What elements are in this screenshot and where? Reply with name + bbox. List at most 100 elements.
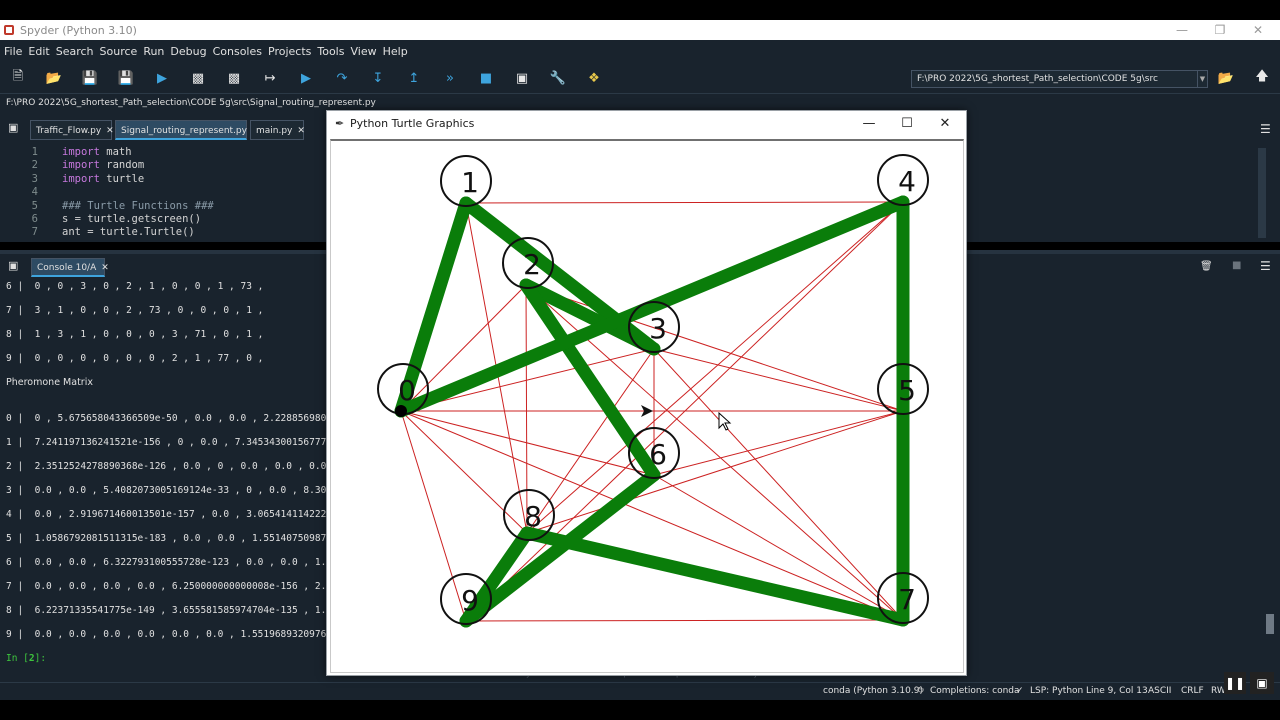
tab-console[interactable]: Console 10/A ✕ bbox=[31, 258, 109, 277]
tab-label: Console 10/A bbox=[37, 263, 97, 273]
code-line: 6s = turtle.getscreen() bbox=[31, 213, 202, 225]
maximize-icon[interactable]: ❐ bbox=[1200, 20, 1240, 40]
matrix-row: 6 | 0.0 , 0.0 , 6.322793100555728e-123 ,… bbox=[6, 557, 350, 568]
turtle-canvas[interactable]: 1 2 3 4 5 6 7 8 9 0 bbox=[330, 139, 964, 673]
turtle-maximize-icon[interactable]: ☐ bbox=[888, 111, 926, 137]
checkmark-icon: ✓ bbox=[1016, 686, 1024, 696]
browse-tabs-icon[interactable]: ▣ bbox=[8, 122, 22, 134]
menu-projects[interactable]: Projects bbox=[268, 45, 311, 58]
menu-file[interactable]: File bbox=[4, 45, 22, 58]
code-line: 7 ant = turtle.Turtle() bbox=[31, 226, 195, 239]
tab-label: Signal_routing_represent.py bbox=[121, 126, 247, 136]
graph-edge bbox=[465, 619, 904, 622]
tab-label: main.py bbox=[256, 126, 293, 136]
matrix-row: 7 | 3 , 1 , 0 , 0 , 2 , 73 , 0 , 0 , 0 ,… bbox=[6, 305, 264, 316]
debug-icon[interactable]: ▶ bbox=[296, 68, 316, 88]
close-icon[interactable]: ✕ bbox=[1238, 20, 1278, 40]
tab-main[interactable]: main.py ✕ bbox=[250, 120, 305, 140]
pheromone-heading: Pheromone Matrix bbox=[6, 377, 93, 388]
step-out-icon[interactable]: ↥ bbox=[404, 68, 424, 88]
continue-icon[interactable]: » bbox=[440, 68, 460, 88]
graph-node-label: 1 bbox=[461, 166, 479, 199]
minimize-icon[interactable]: — bbox=[1162, 20, 1202, 40]
console-scrollbar[interactable] bbox=[1266, 614, 1274, 634]
matrix-row: 9 | 0.0 , 0.0 , 0.0 , 0.0 , 0.0 , 0.0 , … bbox=[6, 629, 350, 640]
shortest-path-segment bbox=[520, 526, 910, 627]
menu-consoles[interactable]: Consoles bbox=[213, 45, 262, 58]
menubar: File Edit Search Source Run Debug Consol… bbox=[0, 40, 1280, 62]
status-cursor-position: Line 9, Col 13 bbox=[1086, 686, 1148, 696]
matrix-row: 7 | 0.0 , 0.0 , 0.0 , 0.0 , 6.2500000000… bbox=[6, 581, 350, 592]
status-lsp[interactable]: LSP: Python bbox=[1030, 686, 1083, 696]
menu-tools[interactable]: Tools bbox=[317, 45, 344, 58]
menu-debug[interactable]: Debug bbox=[170, 45, 206, 58]
run-icon[interactable]: ▶ bbox=[152, 68, 172, 88]
tab-signal-routing[interactable]: Signal_routing_represent.py✕ bbox=[115, 120, 260, 140]
parent-directory-icon[interactable]: 🡅 bbox=[1252, 68, 1272, 88]
save-icon[interactable]: 💾 bbox=[80, 68, 100, 88]
turtle-close-icon[interactable]: ✕ bbox=[926, 111, 964, 137]
graph-edge bbox=[653, 410, 904, 476]
step-into-icon[interactable]: ↧ bbox=[368, 68, 388, 88]
graph-node-label: 5 bbox=[898, 374, 916, 407]
start-dot bbox=[395, 405, 407, 417]
save-all-icon[interactable]: 💾 bbox=[116, 68, 136, 88]
console-options-menu-icon[interactable]: ☰ bbox=[1260, 259, 1271, 273]
code-line: 2 import random bbox=[31, 159, 145, 172]
new-file-icon[interactable]: 🗎 bbox=[8, 68, 28, 88]
matrix-row: 8 | 6.22371335541775e-149 , 3.6555815859… bbox=[6, 605, 350, 616]
menu-view[interactable]: View bbox=[350, 45, 376, 58]
preferences-wrench-icon[interactable]: 🔧 bbox=[548, 68, 568, 88]
code-line: 4 bbox=[31, 186, 38, 199]
bottom-letterbox bbox=[0, 700, 1280, 720]
picture-in-picture-icon[interactable]: ▣ bbox=[1250, 672, 1274, 694]
graph-node-label: 9 bbox=[461, 584, 479, 617]
matrix-row: 5 | 1.0586792081511315e-183 , 0.0 , 0.0 … bbox=[6, 533, 350, 544]
step-over-icon[interactable]: ↷ bbox=[332, 68, 352, 88]
graph-edge bbox=[653, 348, 904, 412]
editor-options-menu-icon[interactable]: ☰ bbox=[1260, 122, 1271, 136]
menu-edit[interactable]: Edit bbox=[28, 45, 49, 58]
feather-icon: ✒ bbox=[335, 117, 345, 130]
menu-source[interactable]: Source bbox=[100, 45, 138, 58]
working-directory-combo[interactable]: F:\PRO 2022\5G_shortest_Path_selection\C… bbox=[911, 70, 1208, 88]
close-tab-icon[interactable]: ✕ bbox=[101, 263, 109, 273]
stop-debug-icon[interactable]: ■ bbox=[476, 68, 496, 88]
browse-console-tabs-icon[interactable]: ▣ bbox=[8, 259, 18, 272]
graph-node-label: 0 bbox=[398, 374, 416, 407]
editor-scrollbar[interactable] bbox=[1258, 148, 1266, 238]
pause-icon[interactable]: ❚❚ bbox=[1224, 672, 1246, 694]
graph-node-label: 2 bbox=[523, 248, 541, 281]
menu-run[interactable]: Run bbox=[143, 45, 164, 58]
clear-console-icon[interactable]: 🗑 bbox=[1200, 261, 1213, 272]
run-cell-icon[interactable]: ▩ bbox=[188, 68, 208, 88]
spyder-logo-icon bbox=[4, 25, 14, 35]
maximize-pane-icon[interactable]: ▣ bbox=[512, 68, 532, 88]
open-file-icon[interactable]: 📂 bbox=[44, 68, 64, 88]
status-env[interactable]: conda (Python 3.10.9) bbox=[823, 686, 923, 696]
main-toolbar: 🗎 📂 💾 💾 ▶ ▩ ▩ ↦ ▶ ↷ ↧ ↥ » ■ ▣ 🔧 ❖ F:\PRO… bbox=[0, 62, 1280, 94]
status-eol: CRLF bbox=[1181, 686, 1204, 696]
interrupt-kernel-icon[interactable]: ■ bbox=[1232, 260, 1241, 271]
python-path-icon[interactable]: ❖ bbox=[584, 68, 604, 88]
menu-help[interactable]: Help bbox=[383, 45, 408, 58]
turtle-minimize-icon[interactable]: — bbox=[850, 111, 888, 137]
shortest-path-segment bbox=[394, 195, 910, 418]
mouse-pointer-icon bbox=[718, 411, 732, 431]
close-tab-icon[interactable]: ✕ bbox=[297, 126, 305, 136]
matrix-row: 6 | 0 , 0 , 3 , 0 , 2 , 1 , 0 , 0 , 1 , … bbox=[6, 281, 264, 292]
graph-edge bbox=[653, 474, 904, 621]
console-prompt[interactable]: In [2]: bbox=[6, 652, 46, 666]
tab-traffic-flow[interactable]: Traffic_Flow.py ✕ bbox=[30, 120, 114, 140]
top-letterbox bbox=[0, 0, 1280, 20]
run-selection-icon[interactable]: ↦ bbox=[260, 68, 280, 88]
run-cell-advance-icon[interactable]: ▩ bbox=[224, 68, 244, 88]
matrix-row: 3 | 0.0 , 0.0 , 5.4082073005169124e-33 ,… bbox=[6, 485, 350, 496]
close-tab-icon[interactable]: ✕ bbox=[106, 126, 114, 136]
menu-search[interactable]: Search bbox=[56, 45, 94, 58]
graph-edge bbox=[525, 284, 904, 412]
browse-folder-icon[interactable]: 📂 bbox=[1216, 68, 1236, 88]
turtle-window-title: Python Turtle Graphics bbox=[350, 117, 475, 130]
chevron-down-icon[interactable]: ▼ bbox=[1197, 71, 1207, 87]
status-completions[interactable]: Completions: conda bbox=[930, 686, 1020, 696]
